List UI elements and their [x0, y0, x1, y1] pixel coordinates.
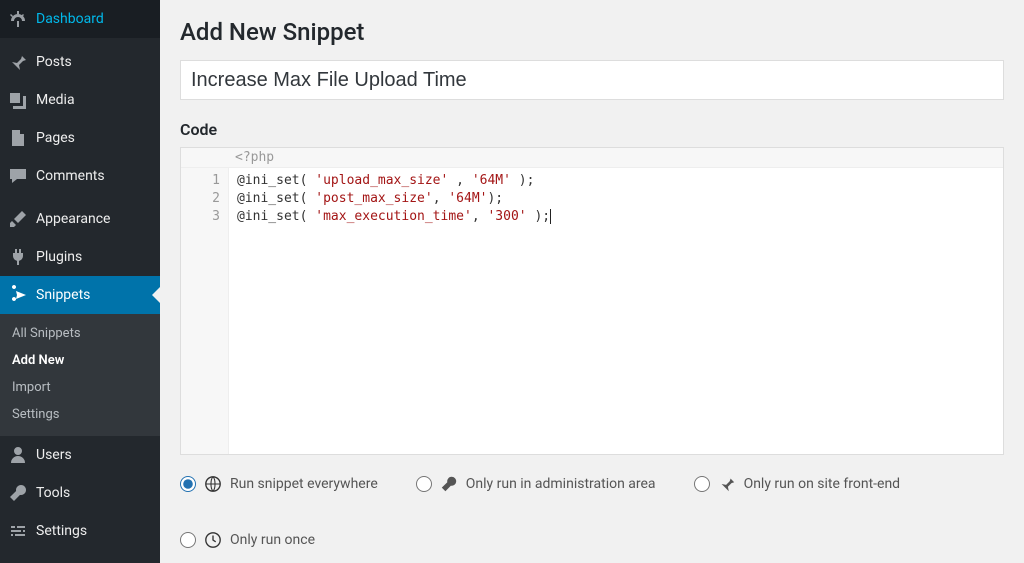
menu-label: Pages [36, 129, 75, 147]
run-scope-options: Run snippet everywhere Only run in admin… [180, 475, 1004, 549]
menu-label: Appearance [36, 210, 110, 228]
snippet-title-input[interactable] [180, 60, 1004, 100]
sidebar-item-settings[interactable]: Settings [0, 512, 160, 550]
run-option-admin[interactable]: Only run in administration area [416, 475, 656, 493]
pin-icon [718, 475, 736, 493]
brush-icon [8, 209, 28, 229]
wrench-icon [440, 475, 458, 493]
sidebar-item-media[interactable]: Media [0, 81, 160, 119]
sidebar-item-dashboard[interactable]: Dashboard [0, 0, 160, 38]
code-content[interactable]: @ini_set( 'upload_max_size' , '64M' ); @… [229, 168, 1003, 454]
admin-sidebar: Dashboard Posts Media Pages Comments App… [0, 0, 160, 563]
snippets-submenu: All Snippets Add New Import Settings [0, 314, 160, 436]
media-icon [8, 90, 28, 110]
menu-label: Posts [36, 53, 72, 71]
menu-label: Media [36, 91, 75, 109]
run-option-label: Only run in administration area [466, 476, 656, 492]
sliders-icon [8, 521, 28, 541]
user-icon [8, 445, 28, 465]
menu-label: Comments [36, 167, 105, 185]
wrench-icon [8, 483, 28, 503]
menu-label: Users [36, 446, 72, 464]
menu-label: Settings [36, 522, 87, 540]
scissors-icon [8, 285, 28, 305]
run-option-frontend[interactable]: Only run on site front-end [694, 475, 901, 493]
run-radio-once[interactable] [180, 532, 196, 548]
submenu-item-add-new[interactable]: Add New [0, 347, 160, 374]
sidebar-item-snippets[interactable]: Snippets [0, 276, 160, 314]
dashboard-icon [8, 9, 28, 29]
sidebar-item-appearance[interactable]: Appearance [0, 200, 160, 238]
menu-label: Plugins [36, 248, 82, 266]
main-content: Add New Snippet Code <?php 1 2 3 @ini_se… [160, 0, 1024, 563]
clock-icon [204, 531, 222, 549]
run-radio-frontend[interactable] [694, 476, 710, 492]
sidebar-item-pages[interactable]: Pages [0, 119, 160, 157]
code-line: @ini_set( 'post_max_size', '64M'); [237, 190, 995, 208]
comment-icon [8, 166, 28, 186]
sidebar-item-users[interactable]: Users [0, 436, 160, 474]
pin-icon [8, 52, 28, 72]
code-line: @ini_set( 'max_execution_time', '300' ); [237, 208, 995, 226]
sidebar-item-posts[interactable]: Posts [0, 43, 160, 81]
run-option-everywhere[interactable]: Run snippet everywhere [180, 475, 378, 493]
run-option-label: Only run on site front-end [744, 476, 901, 492]
code-line: @ini_set( 'upload_max_size' , '64M' ); [237, 172, 995, 190]
code-section-heading: Code [180, 120, 1004, 139]
menu-label: Snippets [36, 286, 90, 304]
sidebar-item-tools[interactable]: Tools [0, 474, 160, 512]
submenu-item-import[interactable]: Import [0, 374, 160, 401]
sidebar-item-comments[interactable]: Comments [0, 157, 160, 195]
plug-icon [8, 247, 28, 267]
globe-icon [204, 475, 222, 493]
submenu-item-all-snippets[interactable]: All Snippets [0, 320, 160, 347]
menu-label: Dashboard [36, 10, 104, 28]
menu-label: Tools [36, 484, 70, 502]
page-icon [8, 128, 28, 148]
run-option-label: Run snippet everywhere [230, 476, 378, 492]
run-option-once[interactable]: Only run once [180, 531, 315, 549]
run-radio-admin[interactable] [416, 476, 432, 492]
page-title: Add New Snippet [180, 18, 1004, 46]
run-radio-everywhere[interactable] [180, 476, 196, 492]
submenu-item-settings[interactable]: Settings [0, 401, 160, 428]
run-option-label: Only run once [230, 532, 315, 548]
code-gutter: 1 2 3 [181, 168, 229, 454]
sidebar-item-plugins[interactable]: Plugins [0, 238, 160, 276]
php-opening-tag: <?php [181, 148, 1003, 168]
code-editor[interactable]: <?php 1 2 3 @ini_set( 'upload_max_size' … [180, 147, 1004, 455]
